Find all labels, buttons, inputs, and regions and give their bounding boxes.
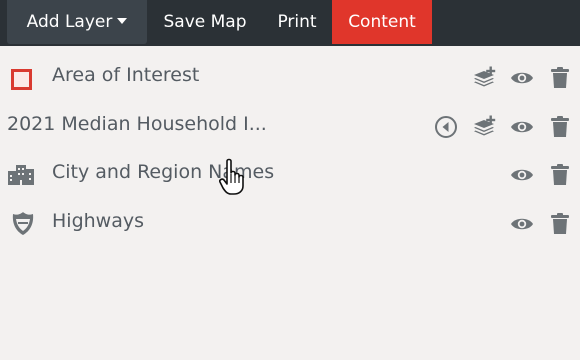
hand-pointer-cursor-icon (219, 158, 249, 196)
layer-name: Area of Interest (52, 64, 200, 86)
layer-name: 2021 Median Household I... (7, 113, 267, 135)
layer-name: Highways (52, 210, 144, 232)
delete-trash-icon[interactable] (548, 66, 572, 90)
delete-trash-icon[interactable] (548, 115, 572, 139)
city-buildings-icon (8, 163, 34, 187)
visibility-eye-icon[interactable] (510, 163, 534, 187)
red-square-swatch (11, 69, 32, 90)
add-layer-icon[interactable] (472, 115, 496, 139)
save-map-button[interactable]: Save Map (150, 0, 260, 44)
layer-row-city-region-names[interactable]: City and Region Names (0, 151, 580, 197)
layer-row-median-household[interactable]: 2021 Median Household I... (0, 103, 580, 149)
highway-shield-icon (10, 212, 36, 236)
add-layer-button[interactable]: Add Layer (7, 0, 147, 44)
layer-row-highways[interactable]: Highways (0, 200, 580, 246)
visibility-eye-icon[interactable] (510, 115, 534, 139)
content-tab[interactable]: Content (332, 0, 432, 44)
legend-toggle-icon[interactable] (434, 115, 458, 139)
visibility-eye-icon[interactable] (510, 66, 534, 90)
add-layer-icon[interactable] (472, 66, 496, 90)
delete-trash-icon[interactable] (548, 212, 572, 236)
layer-list: Area of Interest 2021 Median Household I… (0, 46, 580, 360)
visibility-eye-icon[interactable] (510, 212, 534, 236)
layer-row-area-of-interest[interactable]: Area of Interest (0, 54, 580, 100)
top-toolbar: Add Layer Save Map Print Content (0, 0, 580, 46)
add-layer-label: Add Layer (26, 12, 113, 32)
caret-down-icon (117, 18, 128, 24)
print-button[interactable]: Print (266, 0, 328, 44)
delete-trash-icon[interactable] (548, 163, 572, 187)
